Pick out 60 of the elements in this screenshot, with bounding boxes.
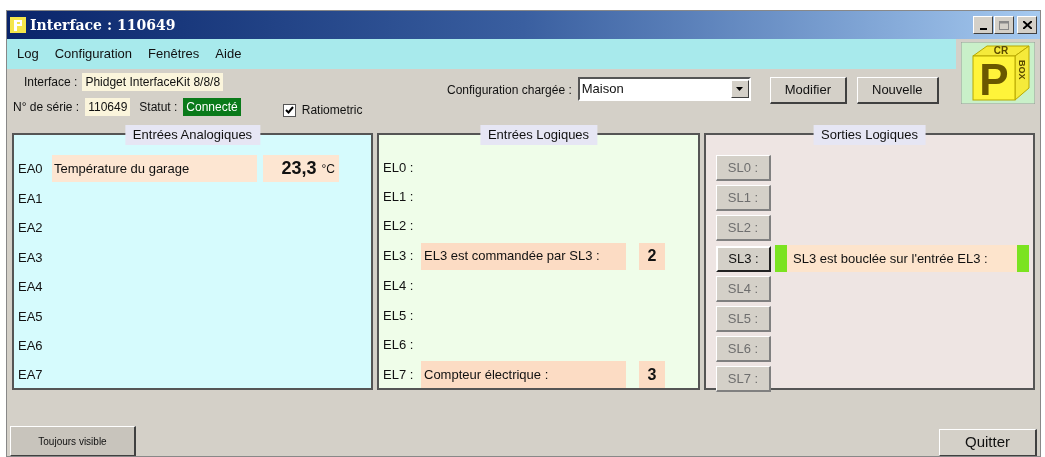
configuration-label: Configuration chargée : [447,82,572,99]
menu-item[interactable]: Aide [215,44,242,64]
channel-label: EL7 : [383,365,415,384]
close-button[interactable] [1017,16,1037,34]
channel-label: EA0 [18,159,44,178]
channel-label: EA5 [18,307,44,326]
counter-value: 2 [639,242,665,270]
status-badge: Connecté [183,98,241,116]
minimize-icon [979,28,987,30]
output-button[interactable]: SL3 : [716,245,771,272]
cube-drawing [972,45,1030,101]
interface-label: Interface : [24,74,78,91]
checkbox-label: Ratiometric [301,102,363,119]
always-visible-button[interactable]: Toujours visible [10,426,136,456]
configuration-dropdown[interactable]: Maison [577,77,751,101]
channel-label: EL2 : [383,217,415,236]
sensor-value: 23,3 [281,157,317,180]
channel-label: EA7 [18,366,44,385]
new-button[interactable]: Nouvelle [857,77,939,104]
status-label: Statut : [139,99,178,116]
channel-label: EL3 : [383,247,415,266]
menu-item[interactable]: Fenêtres [148,44,200,64]
window-title: Interface : 110649 [30,15,176,35]
serial-label: N° de série : [13,99,80,116]
channel-label: EL1 : [383,188,415,206]
input-name: EL3 est commandée par SL3 : [421,242,626,270]
counter-value: 3 [639,361,665,389]
channel-label: EL6 : [383,335,415,354]
panel-title: Entrées Logiques [479,125,598,145]
interface-value: Phidget InterfaceKit 8/8/8 [82,73,224,91]
sensor-name: Température du garage [52,155,257,182]
logo-letter: P [979,55,1009,104]
dropdown-value: Maison [581,80,625,99]
close-icon [1022,21,1032,29]
serial-value: 110649 [85,98,131,116]
maximize-icon [999,20,1009,30]
minimize-button[interactable] [973,16,993,34]
panel-title: Sorties Logiques [813,125,926,145]
quit-button[interactable]: Quitter [939,429,1037,456]
input-name: Compteur électrique : [421,361,626,389]
logo-top-text: CR [993,45,1009,56]
menu-item[interactable]: Log [17,44,39,64]
channel-label: EL5 : [383,306,415,325]
channel-label: EA1 [18,189,44,208]
maximize-button[interactable] [994,16,1014,34]
channel-label: EL4 : [383,277,415,296]
channel-label: EA4 [18,278,44,297]
panel-title: Entrées Analogiques [124,125,261,145]
modify-button[interactable]: Modifier [769,77,847,104]
logo-side-text: BOX [1017,60,1027,80]
dropdown-arrow-icon [736,87,744,91]
menu-item[interactable]: Configuration [54,44,133,64]
unit-label: °C [321,160,335,178]
ratiometric-checkbox[interactable] [282,103,296,117]
channel-label: EA2 [18,219,44,238]
app-icon [10,17,26,33]
channel-label: EA3 [18,248,44,267]
channel-label: EL0 : [383,158,415,177]
channel-label: EA6 [18,337,44,356]
output-description: SL3 est bouclée sur l'entrée EL3 : [793,249,989,268]
